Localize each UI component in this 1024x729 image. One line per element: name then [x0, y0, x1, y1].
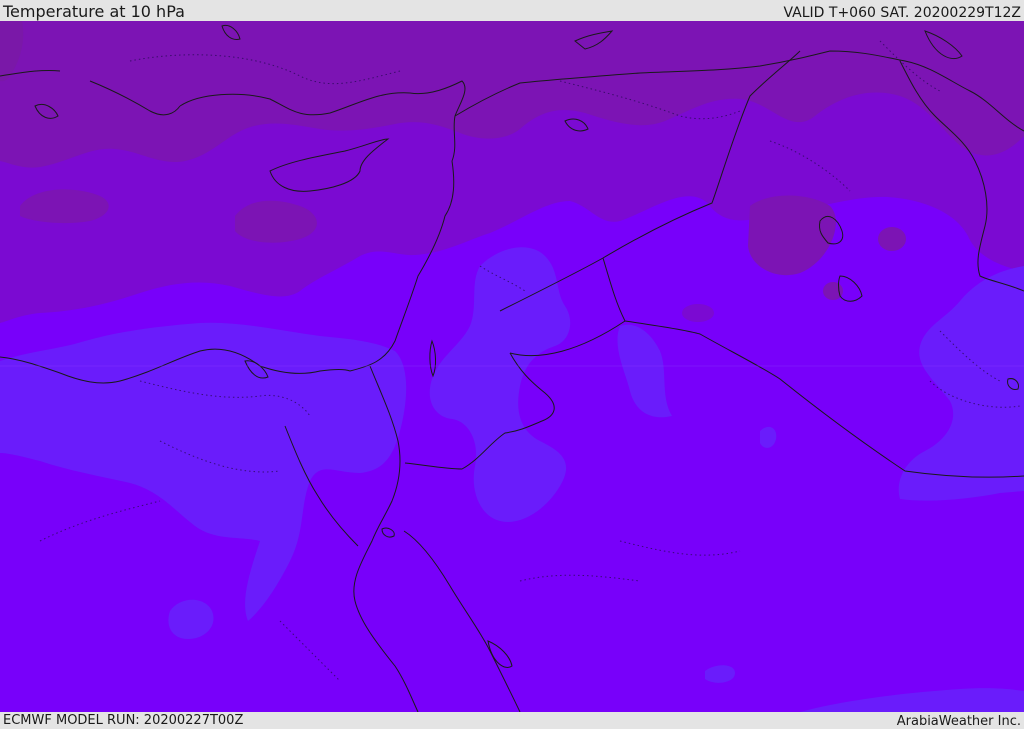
- valid-time-label: VALID T+060 SAT. 20200229T12Z: [783, 5, 1021, 21]
- map-title: Temperature at 10 hPa: [3, 2, 185, 21]
- temperature-patch-mid-small: [682, 304, 714, 322]
- model-run-label: ECMWF MODEL RUN: 20200227T00Z: [3, 713, 244, 728]
- header-bar: Temperature at 10 hPa VALID T+060 SAT. 2…: [0, 0, 1024, 21]
- credit-label: ArabiaWeather Inc.: [896, 714, 1021, 729]
- temperature-patch-warm-small: [878, 227, 906, 251]
- temperature-patch-warm-tiny: [823, 282, 843, 300]
- map-canvas: [0, 21, 1024, 712]
- weather-map[interactable]: [0, 21, 1024, 712]
- footer-bar: ECMWF MODEL RUN: 20200227T00Z ArabiaWeat…: [0, 712, 1024, 729]
